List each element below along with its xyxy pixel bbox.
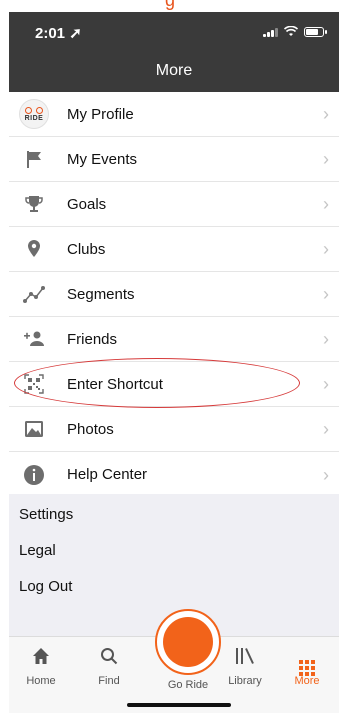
home-icon: [11, 647, 71, 669]
signal-icon: [263, 27, 278, 37]
tab-more[interactable]: More: [277, 647, 337, 687]
page-title: More: [155, 62, 193, 79]
chevron-right-icon: ›: [323, 194, 329, 214]
photos-icon: [25, 421, 43, 437]
status-time: 2:01 ➚: [35, 25, 82, 42]
menu-item-segments[interactable]: Segments ›: [9, 272, 339, 317]
chevron-right-icon: ›: [323, 419, 329, 439]
chevron-right-icon: ›: [323, 104, 329, 124]
settings-link[interactable]: Settings: [9, 496, 339, 532]
menu-item-label: Enter Shortcut: [67, 375, 163, 393]
battery-icon: [304, 26, 324, 37]
wifi-icon: [284, 26, 298, 36]
trophy-icon: [25, 196, 43, 212]
search-icon: [79, 647, 139, 669]
menu-item-my-events[interactable]: My Events ›: [9, 137, 339, 182]
menu-item-my-profile[interactable]: RIDE My Profile ›: [9, 92, 339, 137]
flag-icon: [27, 151, 41, 168]
tab-bar: Home Find Go Ride Library More: [9, 609, 339, 713]
cropped-heading: g: [165, 0, 176, 10]
go-ride-button[interactable]: [155, 609, 221, 675]
chevron-right-icon: ›: [323, 329, 329, 349]
chevron-right-icon: ›: [323, 239, 329, 259]
tab-library[interactable]: Library: [215, 647, 275, 687]
library-icon: [215, 647, 275, 669]
menu-item-label: Clubs: [67, 240, 106, 258]
record-icon: [163, 617, 213, 667]
menu-item-label: My Events: [67, 150, 138, 168]
segments-icon: [23, 286, 45, 303]
add-friend-icon: [24, 331, 44, 346]
status-icons: [263, 26, 327, 37]
menu-item-clubs[interactable]: Clubs ›: [9, 227, 339, 272]
legal-link[interactable]: Legal: [9, 532, 339, 568]
app-header: 2:01 ➚ More: [9, 12, 339, 92]
map-pin-icon: [28, 240, 40, 257]
menu-item-label: Segments: [67, 285, 135, 303]
menu-item-goals[interactable]: Goals ›: [9, 182, 339, 227]
menu-item-help-center[interactable]: Help Center ›: [9, 452, 339, 497]
info-icon: [24, 464, 44, 485]
menu-item-enter-shortcut[interactable]: Enter Shortcut ›: [9, 362, 339, 407]
location-arrow-icon: ➚: [69, 25, 82, 42]
tab-find[interactable]: Find: [79, 647, 139, 687]
home-indicator: [127, 703, 231, 707]
menu-item-label: Goals: [67, 195, 107, 213]
chevron-right-icon: ›: [323, 464, 329, 485]
logout-link[interactable]: Log Out: [9, 568, 339, 604]
chevron-right-icon: ›: [323, 374, 329, 394]
menu-item-label: Friends: [67, 330, 118, 348]
qr-code-icon: [24, 374, 44, 394]
grid-icon: [299, 660, 315, 676]
more-menu: RIDE My Profile › My Events › Goals › Cl…: [9, 92, 339, 497]
menu-item-label: Help Center: [67, 466, 148, 483]
menu-item-friends[interactable]: Friends ›: [9, 317, 339, 362]
avatar: RIDE: [19, 99, 49, 129]
top-crop-area: g: [0, 0, 339, 12]
menu-item-label: My Profile: [67, 105, 134, 123]
chevron-right-icon: ›: [323, 284, 329, 304]
chevron-right-icon: ›: [323, 149, 329, 169]
tab-home[interactable]: Home: [11, 647, 71, 687]
menu-item-photos[interactable]: Photos ›: [9, 407, 339, 452]
menu-item-label: Photos: [67, 420, 114, 438]
